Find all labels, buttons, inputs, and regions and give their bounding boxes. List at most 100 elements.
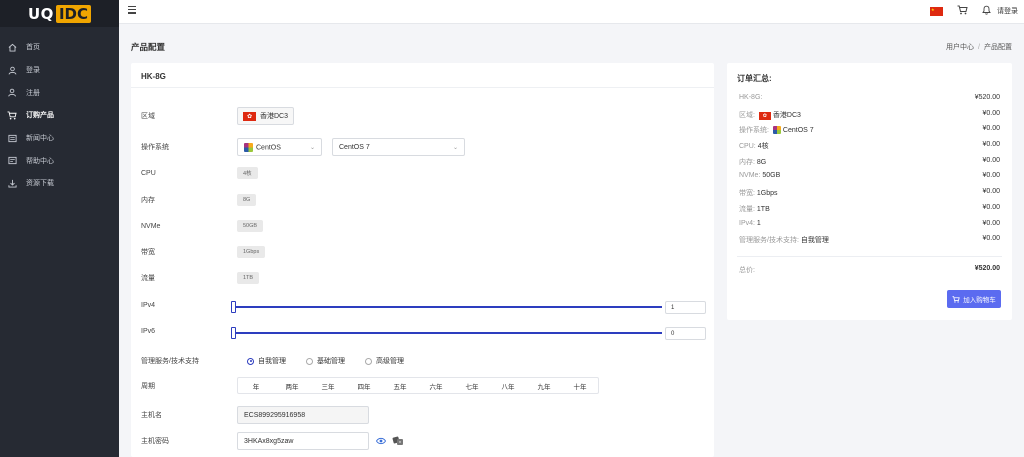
- summary-total-row: 总价: ¥520.00: [739, 265, 1000, 275]
- period-option-6y[interactable]: 六年: [418, 378, 454, 393]
- ipv6-slider-handle[interactable]: [231, 327, 236, 339]
- summary-row: 区域: ✿ 香港DC3 ¥0.00: [739, 110, 1000, 120]
- ipv4-input[interactable]: 1: [665, 301, 706, 314]
- breadcrumb-current: 产品配置: [984, 44, 1012, 51]
- eye-icon[interactable]: [376, 437, 386, 445]
- os-version-select[interactable]: CentOS 7 ⌄: [332, 138, 465, 156]
- period-option-7y[interactable]: 七年: [454, 378, 490, 393]
- sidebar-item-home[interactable]: 首页: [0, 36, 119, 59]
- summary-row-label: 内存:: [739, 159, 755, 166]
- chevron-down-icon: ⌄: [309, 144, 315, 151]
- summary-row-price: ¥0.00: [982, 157, 1000, 164]
- menu-toggle-icon[interactable]: [128, 6, 136, 14]
- region-label: 区域: [141, 113, 155, 120]
- add-to-cart-button[interactable]: 加入购物车: [947, 290, 1001, 308]
- breadcrumb-user-center[interactable]: 用户中心: [946, 44, 974, 51]
- period-option-3y[interactable]: 三年: [310, 378, 346, 393]
- password-input[interactable]: 3HKAx8xg5zaw: [237, 432, 369, 450]
- summary-row: 操作系统: CentOS 7 ¥0.00: [739, 125, 1000, 135]
- logo[interactable]: UQ IDC: [0, 0, 119, 27]
- mgmt-option-advanced[interactable]: 高级管理: [365, 356, 404, 366]
- home-icon: [6, 42, 18, 52]
- period-option-8y[interactable]: 八年: [490, 378, 526, 393]
- ipv6-slider[interactable]: [231, 327, 662, 339]
- summary-row-value: 4核: [757, 143, 769, 150]
- summary-total-label: 总价:: [739, 267, 755, 274]
- bell-icon[interactable]: [982, 5, 991, 17]
- summary-row-price: ¥0.00: [982, 204, 1000, 211]
- language-flag-icon[interactable]: [930, 6, 943, 16]
- logo-text: UQ: [28, 4, 54, 23]
- login-link[interactable]: 请登录: [997, 6, 1018, 16]
- cart-icon: [6, 110, 18, 120]
- os-family-select[interactable]: CentOS ⌄: [237, 138, 322, 156]
- top-actions: 请登录: [930, 5, 1018, 17]
- ram-value: 8G: [237, 194, 257, 206]
- summary-row-value: 香港DC3: [772, 112, 801, 119]
- summary-row-price: ¥0.00: [982, 141, 1000, 148]
- period-option-1y[interactable]: 年: [238, 378, 274, 393]
- summary-row-label: HK-8G:: [739, 94, 763, 101]
- sidebar-item-order[interactable]: 订购产品: [0, 104, 119, 127]
- hostname-input[interactable]: ECS899295916958: [237, 406, 369, 424]
- sidebar-item-help[interactable]: 帮助中心: [0, 149, 119, 172]
- summary-row-label: 区域:: [739, 112, 755, 119]
- breadcrumb: 用户中心 / 产品配置: [946, 44, 1012, 51]
- sidebar-item-register[interactable]: 注册: [0, 81, 119, 104]
- summary-row: 带宽: 1Gbps ¥0.00: [739, 188, 1000, 198]
- ipv6-input[interactable]: 0: [665, 327, 706, 340]
- mgmt-option-self[interactable]: 自我管理: [247, 356, 286, 366]
- hk-flag-icon: ✿: [243, 111, 256, 121]
- summary-row-value: 自我管理: [800, 237, 829, 244]
- order-summary-card: 订单汇总: HK-8G: ¥520.00 区域: ✿ 香港DC3 ¥0.00 操作…: [727, 63, 1012, 320]
- os-family-value: CentOS: [256, 143, 281, 151]
- bandwidth-row: 带宽 1Gbps: [141, 246, 266, 258]
- sidebar-nav: 首页 登录 注册 订购产品 新闻中心 帮助中心 资源下载: [0, 36, 119, 195]
- traffic-label: 流量: [141, 275, 155, 282]
- summary-row-value: 1TB: [756, 206, 770, 213]
- user-icon: [6, 65, 18, 75]
- ipv6-slider-track: [231, 332, 662, 334]
- summary-row-price: ¥0.00: [982, 125, 1000, 132]
- product-name: HK-8G: [131, 63, 714, 88]
- summary-total-value: ¥520.00: [974, 265, 1000, 272]
- period-label: 周期: [141, 382, 155, 390]
- radio-icon: [365, 357, 372, 365]
- summary-row: 管理服务/技术支持: 自我管理 ¥0.00: [739, 235, 1000, 245]
- summary-row: 流量: 1TB ¥0.00: [739, 204, 1000, 214]
- mgmt-option-basic[interactable]: 基础管理: [306, 356, 345, 366]
- summary-row-label: 流量:: [739, 206, 755, 213]
- radio-checked-icon: [247, 357, 254, 365]
- add-to-cart-label: 加入购物车: [963, 297, 996, 304]
- cpu-value: 4核: [237, 167, 258, 179]
- hostname-row: 主机名 ECS899295916958: [141, 406, 369, 424]
- period-option-2y[interactable]: 两年: [274, 378, 310, 393]
- nvme-label: NVMe: [141, 222, 161, 230]
- mgmt-label: 管理服务/技术支持: [141, 358, 199, 365]
- ipv4-slider-handle[interactable]: [231, 301, 236, 313]
- period-option-9y[interactable]: 九年: [526, 378, 562, 393]
- summary-row: 内存: 8G ¥0.00: [739, 157, 1000, 167]
- mgmt-option-label: 高级管理: [376, 358, 404, 365]
- sidebar-item-login[interactable]: 登录: [0, 59, 119, 82]
- product-config-card: HK-8G 区域 ✿ 香港DC3 操作系统 CentOS ⌄ CentOS 7 …: [131, 63, 714, 457]
- sidebar-item-news[interactable]: 新闻中心: [0, 127, 119, 150]
- summary-row-value: CentOS 7: [782, 127, 814, 134]
- ipv4-slider[interactable]: [231, 301, 662, 313]
- help-icon: [6, 156, 18, 166]
- cart-icon[interactable]: [957, 5, 968, 17]
- period-option-5y[interactable]: 五年: [382, 378, 418, 393]
- ipv6-row: IPv6: [141, 328, 237, 335]
- summary-row-price: ¥0.00: [982, 220, 1000, 227]
- region-option-hk-dc3[interactable]: ✿ 香港DC3: [237, 107, 295, 125]
- ipv4-label: IPv4: [141, 302, 156, 309]
- password-label: 主机密码: [141, 438, 169, 445]
- summary-row: IPv4: 1 ¥0.00: [739, 220, 1000, 227]
- period-option-10y[interactable]: 十年: [562, 378, 598, 393]
- period-option-4y[interactable]: 四年: [346, 378, 382, 393]
- dice-icon[interactable]: [392, 436, 404, 446]
- sidebar-item-label: 登录: [26, 67, 40, 75]
- summary-row-label: CPU:: [739, 143, 756, 150]
- os-row: 操作系统 CentOS ⌄ CentOS 7 ⌄: [141, 138, 465, 156]
- sidebar-item-download[interactable]: 资源下载: [0, 172, 119, 195]
